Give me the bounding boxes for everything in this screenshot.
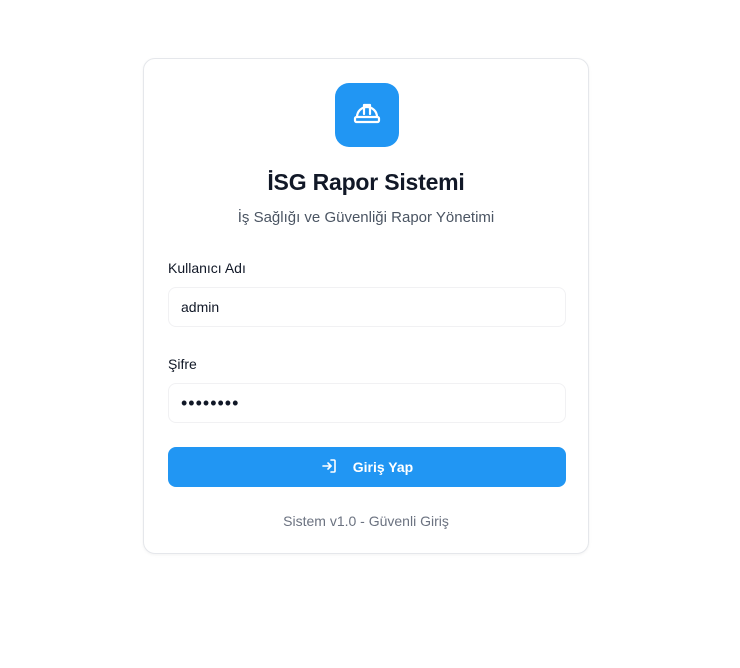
hard-hat-icon (351, 97, 383, 134)
username-input[interactable] (168, 287, 566, 327)
username-label: Kullanıcı Adı (168, 260, 246, 276)
login-icon (321, 458, 337, 477)
page-subtitle: İş Sağlığı ve Güvenliği Rapor Yönetimi (237, 209, 495, 226)
footer-text: Sistem v1.0 - Güvenli Giriş (283, 513, 449, 529)
login-card: İSG Rapor Sistemi İş Sağlığı ve Güvenliğ… (143, 58, 589, 554)
logo (335, 83, 399, 147)
page-title: İSG Rapor Sistemi (267, 169, 465, 195)
password-label: Şifre (168, 356, 197, 372)
login-button[interactable]: Giriş Yap (168, 447, 566, 487)
login-button-label: Giriş Yap (352, 459, 414, 475)
password-input[interactable] (168, 383, 566, 423)
